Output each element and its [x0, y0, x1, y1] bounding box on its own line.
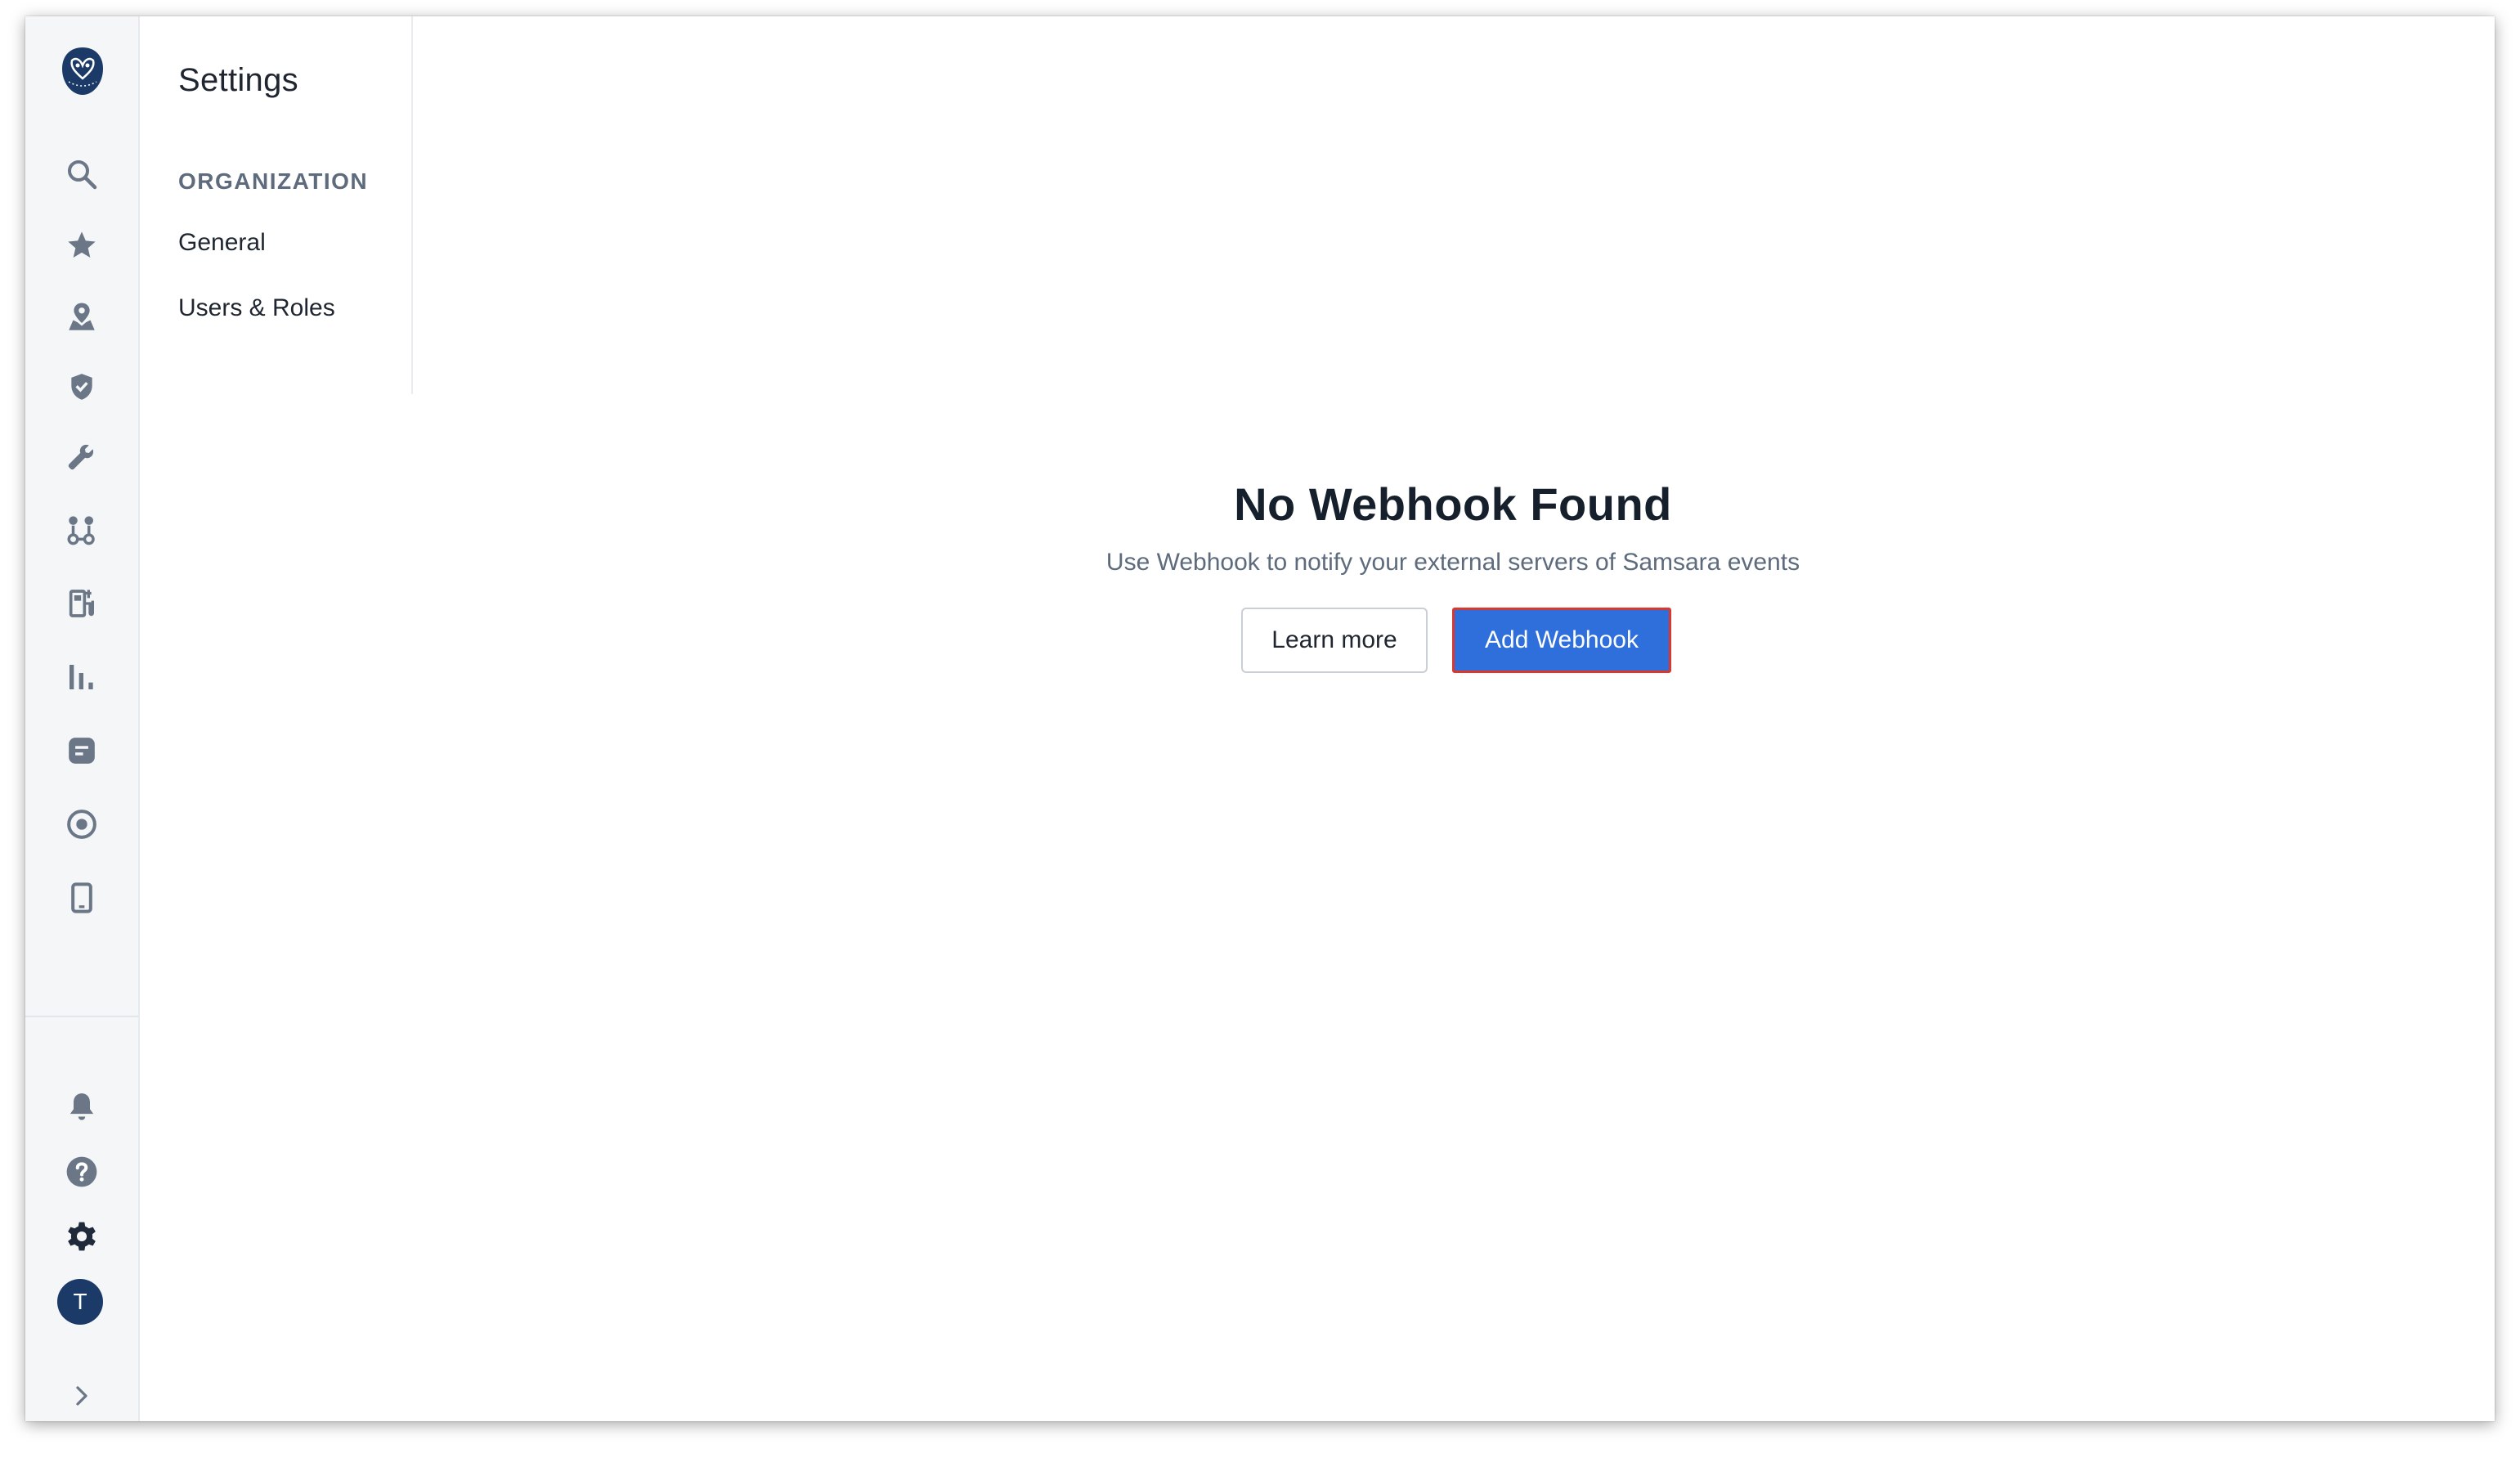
empty-state-subtitle: Use Webhook to notify your external serv…: [1105, 549, 1800, 576]
shield-check-icon[interactable]: [57, 362, 106, 411]
message-icon[interactable]: [57, 726, 106, 775]
add-webhook-button[interactable]: Add Webhook: [1452, 608, 1671, 673]
page-title: Settings: [178, 62, 298, 98]
bell-icon[interactable]: [57, 1082, 106, 1131]
star-icon[interactable]: [57, 221, 106, 270]
wrench-icon[interactable]: [57, 432, 106, 481]
nav-section-organization: ORGANIZATION: [178, 168, 369, 194]
samsara-logo-icon[interactable]: [57, 43, 108, 100]
settings-nav: Settings ORGANIZATION General Users & Ro…: [138, 16, 413, 394]
rail-divider: [25, 1016, 138, 1017]
nav-item-users-roles[interactable]: Users & Roles: [178, 294, 335, 322]
nav-item-general[interactable]: General: [178, 229, 266, 257]
chevron-right-icon[interactable]: [57, 1371, 106, 1420]
empty-state: No Webhook Found Use Webhook to notify y…: [411, 474, 2495, 579]
empty-state-actions: Learn more Add Webhook: [25, 608, 2495, 676]
avatar-initial: T: [73, 1289, 87, 1314]
icon-rail: T: [25, 16, 140, 1421]
help-icon[interactable]: [57, 1147, 106, 1196]
empty-state-title: No Webhook Found: [1234, 478, 1672, 530]
search-icon[interactable]: [57, 150, 106, 199]
learn-more-button[interactable]: Learn more: [1241, 608, 1428, 673]
app-window: T Settings ORGANIZATION General Users & …: [25, 16, 2495, 1421]
route-icon[interactable]: [57, 505, 106, 554]
avatar[interactable]: T: [57, 1279, 103, 1325]
target-icon[interactable]: [57, 800, 106, 849]
gear-icon[interactable]: [57, 1212, 106, 1261]
mobile-icon[interactable]: [57, 873, 106, 922]
map-pin-icon[interactable]: [57, 293, 106, 342]
